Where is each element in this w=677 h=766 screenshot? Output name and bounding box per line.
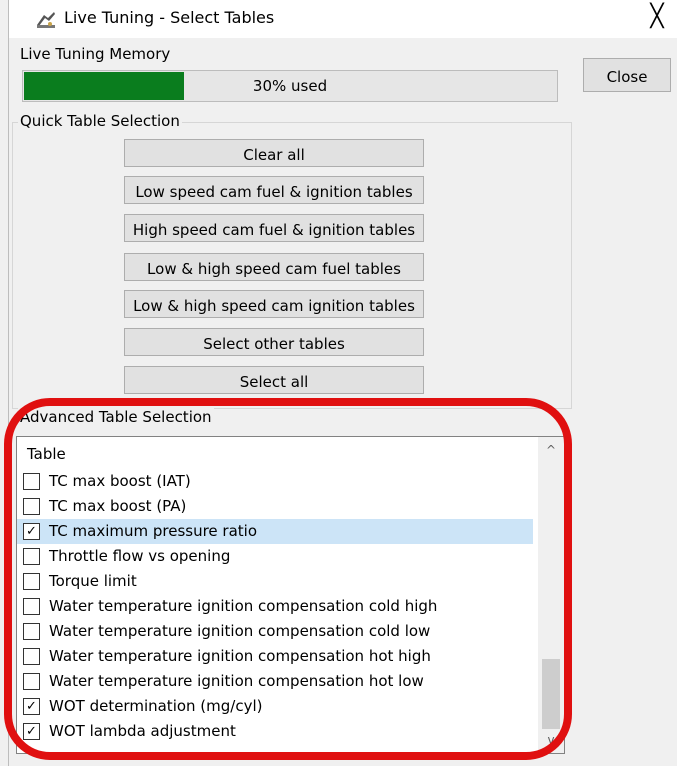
app-icon — [37, 12, 55, 28]
window-close-icon[interactable]: ╳ — [644, 4, 670, 29]
advanced-selection-label: Advanced Table Selection — [18, 408, 214, 426]
table-row[interactable]: ✓ TC maximum pressure ratio — [17, 519, 533, 544]
table-row-label: Water temperature ignition compensation … — [49, 672, 424, 690]
table-row-checkbox[interactable] — [23, 648, 40, 665]
table-row[interactable]: ✓ WOT determination (mg/cyl) — [17, 694, 533, 719]
high-speed-cam-fuel-ignition-button[interactable]: High speed cam fuel & ignition tables — [124, 214, 424, 242]
memory-group-label: Live Tuning Memory — [18, 45, 173, 63]
close-button[interactable]: Close — [583, 58, 671, 92]
table-row-label: TC max boost (IAT) — [49, 472, 191, 490]
table-row-checkbox[interactable]: ✓ — [23, 723, 40, 740]
scroll-down-icon[interactable]: v — [538, 729, 564, 751]
table-row[interactable]: Water temperature ignition compensation … — [17, 669, 533, 694]
table-row-label: Water temperature ignition compensation … — [49, 622, 431, 640]
table-row[interactable]: Water temperature ignition compensation … — [17, 619, 533, 644]
table-row-label: Throttle flow vs opening — [49, 547, 231, 565]
memory-progress-bar: 30% used — [22, 70, 558, 102]
title-bar: Live Tuning - Select Tables ╳ — [9, 0, 677, 38]
scroll-up-icon[interactable]: ^ — [538, 439, 564, 461]
table-list[interactable]: Table TC max boost (IAT) TC max boost (PA… — [16, 436, 565, 754]
memory-progress-text: 30% used — [252, 77, 328, 95]
table-row-label: Water temperature ignition compensation … — [49, 647, 431, 665]
quick-selection-label: Quick Table Selection — [18, 112, 182, 130]
table-row-label: TC max boost (PA) — [49, 497, 187, 515]
low-high-speed-cam-fuel-button[interactable]: Low & high speed cam fuel tables — [124, 253, 424, 281]
table-row-checkbox[interactable] — [23, 473, 40, 490]
low-speed-cam-fuel-ignition-button[interactable]: Low speed cam fuel & ignition tables — [124, 176, 424, 204]
table-row-label: TC maximum pressure ratio — [49, 522, 258, 540]
table-row[interactable]: ✓ WOT lambda adjustment — [17, 719, 533, 744]
table-row[interactable]: Water temperature ignition compensation … — [17, 644, 533, 669]
table-row[interactable]: TC max boost (PA) — [17, 494, 533, 519]
table-row[interactable]: Water temperature ignition compensation … — [17, 594, 533, 619]
table-row-checkbox[interactable]: ✓ — [23, 698, 40, 715]
low-high-speed-cam-ignition-button[interactable]: Low & high speed cam ignition tables — [124, 290, 424, 318]
table-row-checkbox[interactable] — [23, 548, 40, 565]
table-row-checkbox[interactable] — [23, 498, 40, 515]
scrollbar-thumb[interactable] — [542, 659, 560, 729]
table-row-label: WOT lambda adjustment — [49, 722, 236, 740]
table-row-label: Water temperature ignition compensation … — [49, 597, 438, 615]
table-row[interactable]: Throttle flow vs opening — [17, 544, 533, 569]
table-row-checkbox[interactable]: ✓ — [23, 523, 40, 540]
table-row-checkbox[interactable] — [23, 673, 40, 690]
table-row-label: Torque limit — [49, 572, 137, 590]
list-scrollbar[interactable]: ^ v — [538, 437, 564, 753]
table-rows: TC max boost (IAT) TC max boost (PA) ✓ TC m… — [17, 469, 533, 744]
select-other-tables-button[interactable]: Select other tables — [124, 328, 424, 356]
table-column-header: Table — [27, 445, 66, 463]
table-row[interactable]: Torque limit — [17, 569, 533, 594]
table-row-label: WOT determination (mg/cyl) — [49, 697, 263, 715]
table-row-checkbox[interactable] — [23, 623, 40, 640]
table-row[interactable]: TC max boost (IAT) — [17, 469, 533, 494]
table-row-checkbox[interactable] — [23, 598, 40, 615]
select-all-button[interactable]: Select all — [124, 366, 424, 394]
window-title: Live Tuning - Select Tables — [64, 8, 275, 27]
table-row-checkbox[interactable] — [23, 573, 40, 590]
clear-all-button[interactable]: Clear all — [124, 139, 424, 167]
